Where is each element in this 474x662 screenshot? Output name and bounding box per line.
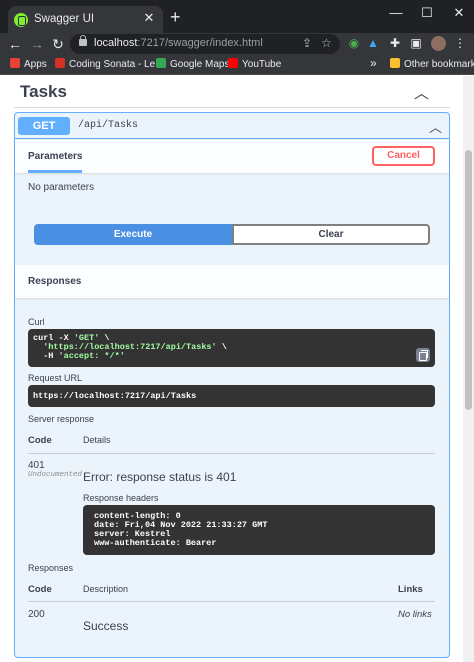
doc-code-header: Code <box>28 584 52 595</box>
responses-header: Responses <box>15 265 449 298</box>
folder-icon <box>390 58 400 68</box>
share-icon[interactable]: ⇪ <box>302 36 312 50</box>
doc-status-code: 200 <box>28 609 45 620</box>
forward-arrow-icon[interactable]: → <box>28 35 46 53</box>
request-url-value: https://localhost:7217/api/Tasks <box>33 391 197 401</box>
response-header-line: www-authenticate: Bearer <box>94 538 217 548</box>
new-tab-button[interactable]: + <box>170 8 181 26</box>
bookmark-other[interactable]: Other bookmarks <box>390 58 474 70</box>
no-parameters-text: No parameters <box>28 182 95 193</box>
operation-path: /api/Tasks <box>78 120 139 131</box>
parameters-header: Parameters Cancel <box>15 140 449 173</box>
cancel-button[interactable]: Cancel <box>372 146 435 166</box>
responses-doc-label: Responses <box>28 563 74 573</box>
doc-description: Success <box>83 619 129 633</box>
error-message: Error: response status is 401 <box>83 470 237 484</box>
browser-titlebar: Swagger UI ✕ + — ☐ ✕ <box>0 0 474 33</box>
doc-description-header: Description <box>83 584 129 594</box>
scrollbar-thumb[interactable] <box>465 150 472 410</box>
collapse-operation-chevron-icon[interactable]: ︿ <box>429 117 442 136</box>
tag-title[interactable]: Tasks <box>20 82 67 102</box>
server-table-divider <box>28 453 435 454</box>
server-details-header: Details <box>83 435 111 445</box>
tab-title: Swagger UI <box>34 13 95 25</box>
minimize-button[interactable]: — <box>386 5 406 20</box>
collapse-section-chevron-icon[interactable]: ︿ <box>414 82 429 103</box>
browser-tab[interactable]: Swagger UI ✕ <box>8 6 163 33</box>
bookmark-coding-sonata[interactable]: Coding Sonata - Le... <box>55 58 164 70</box>
operation-summary[interactable]: GET /api/Tasks ︿ <box>15 113 449 139</box>
curl-codebox[interactable]: curl -X 'GET' \ 'https://localhost:7217/… <box>28 329 435 367</box>
request-url-label: Request URL <box>28 373 83 383</box>
copy-to-clipboard-icon[interactable] <box>416 348 430 362</box>
coding-sonata-icon <box>55 58 65 68</box>
response-headers-box[interactable]: content-length: 0 date: Fri,04 Nov 2022 … <box>83 505 435 555</box>
responses-title: Responses <box>28 276 82 287</box>
sidebar-panel-icon[interactable]: ▣ <box>409 36 423 50</box>
close-window-button[interactable]: ✕ <box>449 5 469 21</box>
tab-close-icon[interactable]: ✕ <box>141 10 157 26</box>
back-arrow-icon[interactable]: ← <box>6 35 24 53</box>
bookmark-star-icon[interactable]: ☆ <box>321 36 332 50</box>
extension-green-icon[interactable]: ◉ <box>347 36 361 50</box>
page-scrollbar[interactable] <box>463 76 474 662</box>
server-status-code: 401 <box>28 460 45 471</box>
apps-grid-icon <box>10 58 20 68</box>
doc-table-divider <box>28 601 435 602</box>
reload-icon[interactable]: ↻ <box>49 35 67 53</box>
swagger-page: Tasks ︿ GET /api/Tasks ︿ Parameters Canc… <box>0 76 474 662</box>
menu-kebab-icon[interactable]: ⋮ <box>453 36 467 50</box>
url-text: localhost:7217/swagger/index.html <box>94 37 263 49</box>
curl-line: -H 'accept: */*' <box>33 351 125 361</box>
bookmarks-bar: Apps Coding Sonata - Le... Google Maps Y… <box>0 55 474 75</box>
curl-label: Curl <box>28 317 45 327</box>
lock-icon <box>79 35 87 46</box>
clear-button[interactable]: Clear <box>232 224 430 245</box>
extensions-puzzle-icon[interactable]: ✚ <box>388 36 402 50</box>
youtube-icon <box>228 58 238 68</box>
execute-button-group: Execute Clear <box>34 224 430 245</box>
section-divider <box>14 107 450 108</box>
more-bookmarks-chevron-icon[interactable]: » <box>370 56 377 70</box>
bookmark-youtube[interactable]: YouTube <box>228 58 281 70</box>
execute-button[interactable]: Execute <box>34 224 232 245</box>
bookmark-apps[interactable]: Apps <box>10 58 47 70</box>
server-response-label: Server response <box>28 414 95 424</box>
operation-block-get: GET /api/Tasks ︿ Parameters Cancel No pa… <box>14 112 450 658</box>
undocumented-tag: Undocumented <box>28 471 83 479</box>
google-maps-icon <box>156 58 166 68</box>
extension-blue-icon[interactable]: ▲ <box>366 36 380 50</box>
request-url-box[interactable]: https://localhost:7217/api/Tasks <box>28 385 435 407</box>
bookmark-google-maps[interactable]: Google Maps <box>156 58 229 70</box>
http-method-badge: GET <box>18 117 70 135</box>
browser-toolbar: ← → ↻ localhost:7217/swagger/index.html … <box>0 33 474 55</box>
response-headers-label: Response headers <box>83 493 159 503</box>
swagger-favicon-icon <box>14 13 28 27</box>
tab-parameters[interactable]: Parameters <box>28 151 83 173</box>
maximize-button[interactable]: ☐ <box>417 5 437 21</box>
server-code-header: Code <box>28 435 52 446</box>
doc-links: No links <box>398 609 432 620</box>
address-bar[interactable]: localhost:7217/swagger/index.html ⇪ ☆ <box>70 34 340 54</box>
doc-links-header: Links <box>398 584 423 595</box>
profile-avatar[interactable] <box>431 36 446 51</box>
